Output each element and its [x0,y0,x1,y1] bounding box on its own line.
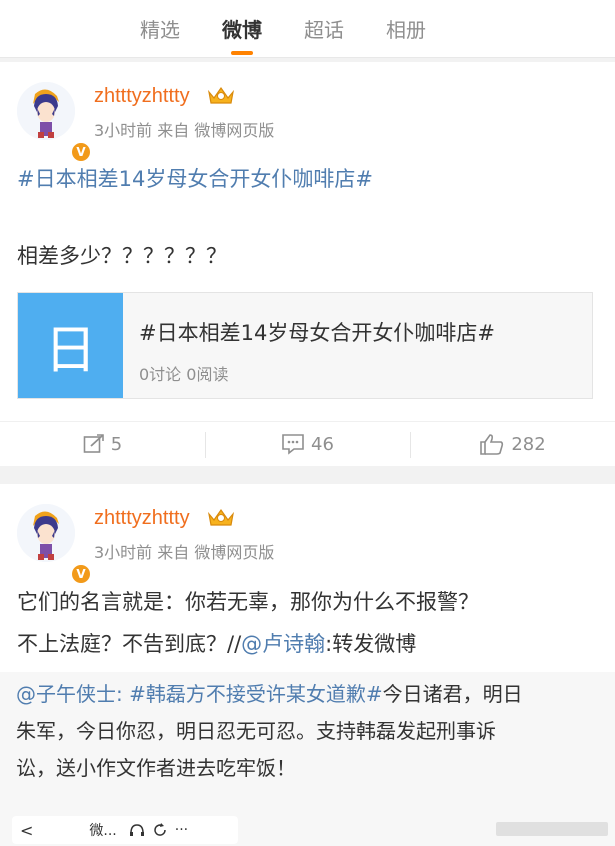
repost-icon [83,434,104,453]
repost-count: 5 [110,433,123,455]
video-control-bar: < 微... ··· [12,816,238,844]
refresh-icon[interactable] [153,823,167,837]
mention-link[interactable]: @卢诗翰 [241,632,325,656]
retweet-text-run: 今日诸君，明日 [382,682,523,706]
topic-stats: 0讨论 0阅读 [139,365,229,384]
vip-crown-icon [208,86,234,104]
like-button[interactable]: 282 [410,422,615,466]
more-icon[interactable]: ··· [175,822,188,838]
retweet-text: @子午侠士: #韩磊方不接受许某女道歉#今日诸君，明日 朱军，今日你忍，明日忍无… [16,676,596,787]
thumbs-up-icon [480,434,504,455]
like-count: 282 [511,433,546,455]
retweet-topic-link[interactable]: #韩磊方不接受许某女道歉# [129,682,383,706]
comment-icon [282,434,304,455]
avatar-illustration [17,82,75,140]
topic-thumbnail: 日 [18,293,123,398]
topic-hashtag[interactable]: #日本相差14岁母女合开女仆咖啡店# [17,159,373,199]
post-meta: 3小时前 来自 微博网页版 [94,121,275,140]
tab-super-topic[interactable]: 超话 [304,14,344,43]
video-title: 微... [89,823,117,839]
tab-featured[interactable]: 精选 [140,14,180,43]
tab-album[interactable]: 相册 [386,14,426,43]
avatar-illustration [17,504,75,562]
retweet-author-link[interactable]: @子午侠士 [16,682,116,706]
username[interactable]: zhtttyzhttty [94,85,190,108]
tab-bar: 精选 微博 超话 相册 [0,0,615,58]
retweet-line: 朱军，今日你忍，明日忍无可忍。支持韩磊发起刑事诉 [16,719,496,743]
post-body-line: 不上法庭？不告到底？//@卢诗翰:转发微博 [17,623,479,665]
post-card: V zhtttyzhttty 3小时前 来自 微博网页版 #日本相差14岁母女合… [0,62,615,466]
comment-count: 46 [311,433,334,455]
post-body-text: 不上法庭？不告到底？// [17,632,242,656]
post-body-line: 它们的名言就是：你若无辜，那你为什么不报警？ [17,590,479,614]
tab-weibo[interactable]: 微博 [222,14,262,43]
topic-title: #日本相差14岁母女合开女仆咖啡店# [139,321,495,345]
action-bar: 5 46 282 [0,421,615,466]
retweet-line: 讼，送小作文作者进去吃牢饭！ [16,756,296,780]
retweet-sep: : [116,682,130,706]
post-body-text: :转发微博 [325,632,417,656]
comment-button[interactable]: 46 [205,422,410,466]
post-body: 相差多少？？？？？？ [17,244,227,268]
username[interactable]: zhtttyzhttty [94,507,190,530]
listen-icon[interactable] [129,823,145,837]
topic-card[interactable]: 日 #日本相差14岁母女合开女仆咖啡店# 0讨论 0阅读 [17,292,593,399]
avatar[interactable]: V [17,504,92,585]
retweet-line: @子午侠士: #韩磊方不接受许某女道歉#今日诸君，明日 [16,676,596,713]
repost-button[interactable]: 5 [0,422,205,466]
post-card: V zhtttyzhttty 3小时前 来自 微博网页版 它们的名言就是：你若无… [0,484,615,846]
avatar[interactable]: V [17,82,92,163]
topic-info: #日本相差14岁母女合开女仆咖啡店# 0讨论 0阅读 [123,293,495,398]
post-meta: 3小时前 来自 微博网页版 [94,543,275,562]
back-icon[interactable]: < [20,821,33,840]
post-body: 它们的名言就是：你若无辜，那你为什么不报警？ 不上法庭？不告到底？//@卢诗翰:… [17,581,479,665]
watermark [496,822,608,836]
vip-crown-icon [208,508,234,526]
